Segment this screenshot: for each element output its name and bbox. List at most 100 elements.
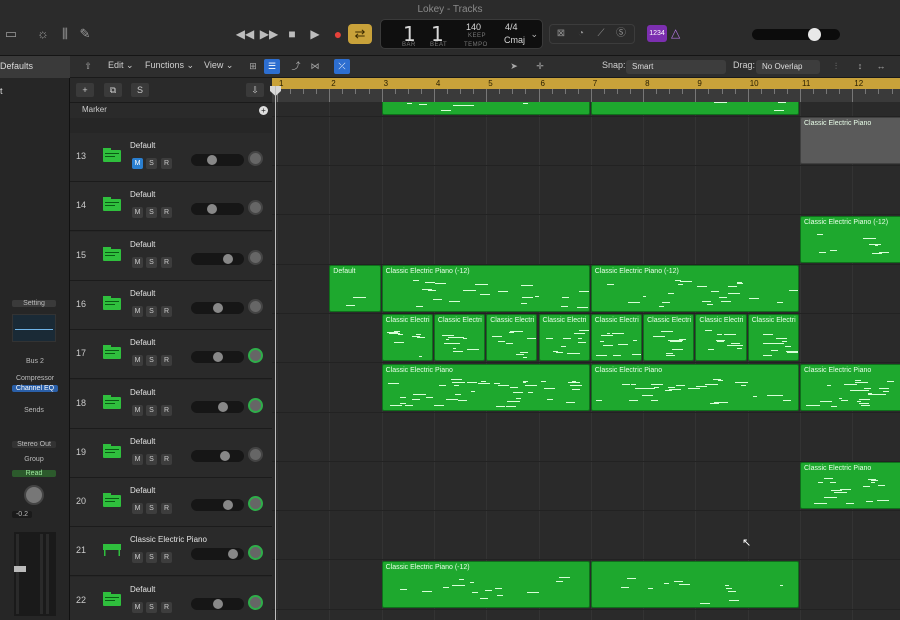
solo-button[interactable]: S xyxy=(146,453,157,465)
eq-thumbnail[interactable] xyxy=(12,314,56,342)
track-volume-knob[interactable] xyxy=(228,549,239,560)
chevron-down-icon[interactable]: ⌄ xyxy=(530,29,538,40)
track-volume-knob[interactable] xyxy=(212,352,223,363)
solo-button[interactable]: S xyxy=(146,503,157,515)
track-volume-slider[interactable] xyxy=(191,351,244,364)
midi-region[interactable] xyxy=(590,102,799,115)
track-volume-slider[interactable] xyxy=(191,400,244,413)
midi-region[interactable]: Classic Electric Piano xyxy=(800,363,900,411)
midi-region-icon[interactable] xyxy=(102,147,122,163)
midi-region[interactable]: Classic Electric Piano xyxy=(800,117,900,165)
midi-region[interactable]: Classic Electric Piano (-12) xyxy=(590,264,799,313)
solo-button[interactable]: S xyxy=(146,601,157,613)
track-volume-knob[interactable] xyxy=(217,401,228,412)
solo-icon[interactable]: Ⓢ xyxy=(614,27,628,41)
snap-dropdown[interactable]: Smart xyxy=(626,60,726,74)
editors-icon[interactable]: ✎ xyxy=(76,26,94,42)
mute-button[interactable]: M xyxy=(132,355,143,367)
flex-icon[interactable]: ⋈ xyxy=(307,59,323,74)
track-volume-knob[interactable] xyxy=(212,302,223,313)
add-marker-icon[interactable]: + xyxy=(259,106,268,115)
lcd-tempo[interactable]: 140 xyxy=(466,22,481,32)
track-volume-slider[interactable] xyxy=(191,154,244,166)
secondary-tool-icon[interactable]: ✛ xyxy=(532,59,548,74)
track-pan-knob[interactable] xyxy=(248,249,263,265)
quick-help-icon[interactable]: ☼ xyxy=(34,26,52,42)
track-name[interactable]: Default xyxy=(130,437,155,446)
midi-region[interactable]: Classic Electri xyxy=(433,314,486,362)
track-pan-knob[interactable] xyxy=(248,496,263,512)
track-volume-knob[interactable] xyxy=(207,204,218,215)
replace-icon[interactable]: ⊠ xyxy=(554,27,568,41)
record-enable-button[interactable]: R xyxy=(161,453,172,465)
waveform-zoom-icon[interactable]: ⫶ xyxy=(828,59,844,74)
lcd-display[interactable]: 1 1 BAR BEAT 140 KEEP TEMPO 4/4 Cmaj ⌄ xyxy=(380,19,543,49)
track-volume-slider[interactable] xyxy=(191,548,244,561)
midi-region[interactable] xyxy=(381,102,590,115)
automation-icon[interactable]: ⤴ xyxy=(288,59,304,74)
track-header[interactable]: 19 Default M S R xyxy=(70,428,272,478)
playhead[interactable] xyxy=(275,86,276,620)
track-header[interactable]: 18 Default M S R xyxy=(70,379,272,429)
fast-forward-button[interactable]: ▶▶ xyxy=(258,24,280,44)
track-header[interactable]: 16 Default M S R xyxy=(70,280,272,330)
track-volume-slider[interactable] xyxy=(191,499,244,512)
track-header[interactable]: 13 Default M S R xyxy=(70,133,272,182)
global-solo-button[interactable]: S xyxy=(131,83,149,97)
functions-menu[interactable]: Functions ⌄ xyxy=(145,60,194,71)
midi-region[interactable]: Classic Electric Piano xyxy=(381,363,590,411)
solo-button[interactable]: S xyxy=(146,355,157,367)
midi-region-icon[interactable] xyxy=(102,344,122,360)
cycle-button[interactable]: ⇄ xyxy=(348,24,372,44)
track-pan-knob[interactable] xyxy=(248,200,263,216)
midi-region[interactable]: Classic Electri xyxy=(643,314,695,362)
stop-button[interactable]: ■ xyxy=(281,24,303,44)
track-pan-knob[interactable] xyxy=(248,298,263,314)
record-enable-button[interactable]: R xyxy=(161,207,172,219)
mute-button[interactable]: M xyxy=(132,453,143,465)
track-volume-knob[interactable] xyxy=(220,450,231,461)
record-enable-button[interactable]: R xyxy=(161,158,172,169)
mute-button[interactable]: M xyxy=(132,601,143,613)
midi-region[interactable]: Classic Electric Piano (-12) xyxy=(800,215,900,263)
track-name[interactable]: Default xyxy=(130,338,155,347)
midi-region[interactable]: Classic Electri xyxy=(538,314,590,362)
track-pan-knob[interactable] xyxy=(248,545,263,561)
rewind-button[interactable]: ◀◀ xyxy=(234,24,256,44)
view-menu[interactable]: View ⌄ xyxy=(204,60,233,71)
mute-button[interactable]: M xyxy=(132,404,143,416)
drag-dropdown[interactable]: No Overlap xyxy=(756,60,820,74)
horizontal-zoom-icon[interactable]: ↔ xyxy=(873,59,889,74)
record-button[interactable]: ● xyxy=(327,24,349,44)
cycle-area[interactable]: 1 2 3 4 5 6 7 8 9 10 11 12 xyxy=(272,78,900,89)
record-enable-button[interactable]: R xyxy=(161,601,172,613)
volume-fader[interactable] xyxy=(14,566,26,572)
track-header[interactable]: 22 Default M S R xyxy=(70,576,272,620)
master-volume-knob[interactable] xyxy=(807,28,821,41)
midi-region-icon[interactable] xyxy=(102,492,122,508)
record-enable-button[interactable]: R xyxy=(161,355,172,367)
list-view-icon[interactable]: ☰ xyxy=(264,59,280,74)
track-pan-knob[interactable] xyxy=(248,446,263,462)
track-volume-knob[interactable] xyxy=(223,500,234,511)
keyboard-icon[interactable] xyxy=(102,541,122,557)
track-pan-knob[interactable] xyxy=(248,151,263,166)
track-name[interactable]: Default xyxy=(130,486,155,495)
midi-region-icon[interactable] xyxy=(102,443,122,459)
midi-region[interactable]: Classic Electric Piano xyxy=(800,462,900,510)
record-enable-button[interactable]: R xyxy=(161,503,172,515)
track-pan-knob[interactable] xyxy=(248,397,263,413)
track-volume-knob[interactable] xyxy=(223,253,234,264)
track-header[interactable]: 15 Default M S R xyxy=(70,231,272,281)
track-volume-slider[interactable] xyxy=(191,301,244,314)
mute-button[interactable]: M xyxy=(132,158,143,169)
mute-button[interactable]: M xyxy=(132,207,143,219)
output-slot[interactable]: Stereo Out xyxy=(12,441,56,448)
group-slot[interactable]: Group xyxy=(12,456,56,463)
track-name[interactable]: Default xyxy=(130,289,155,298)
midi-region[interactable]: Classic Electri xyxy=(747,314,799,362)
midi-region[interactable]: Classic Electri xyxy=(486,314,538,362)
master-volume-slider[interactable] xyxy=(752,28,840,41)
track-name[interactable]: Default xyxy=(130,190,155,199)
track-header[interactable]: 14 Default M S R xyxy=(70,182,272,232)
